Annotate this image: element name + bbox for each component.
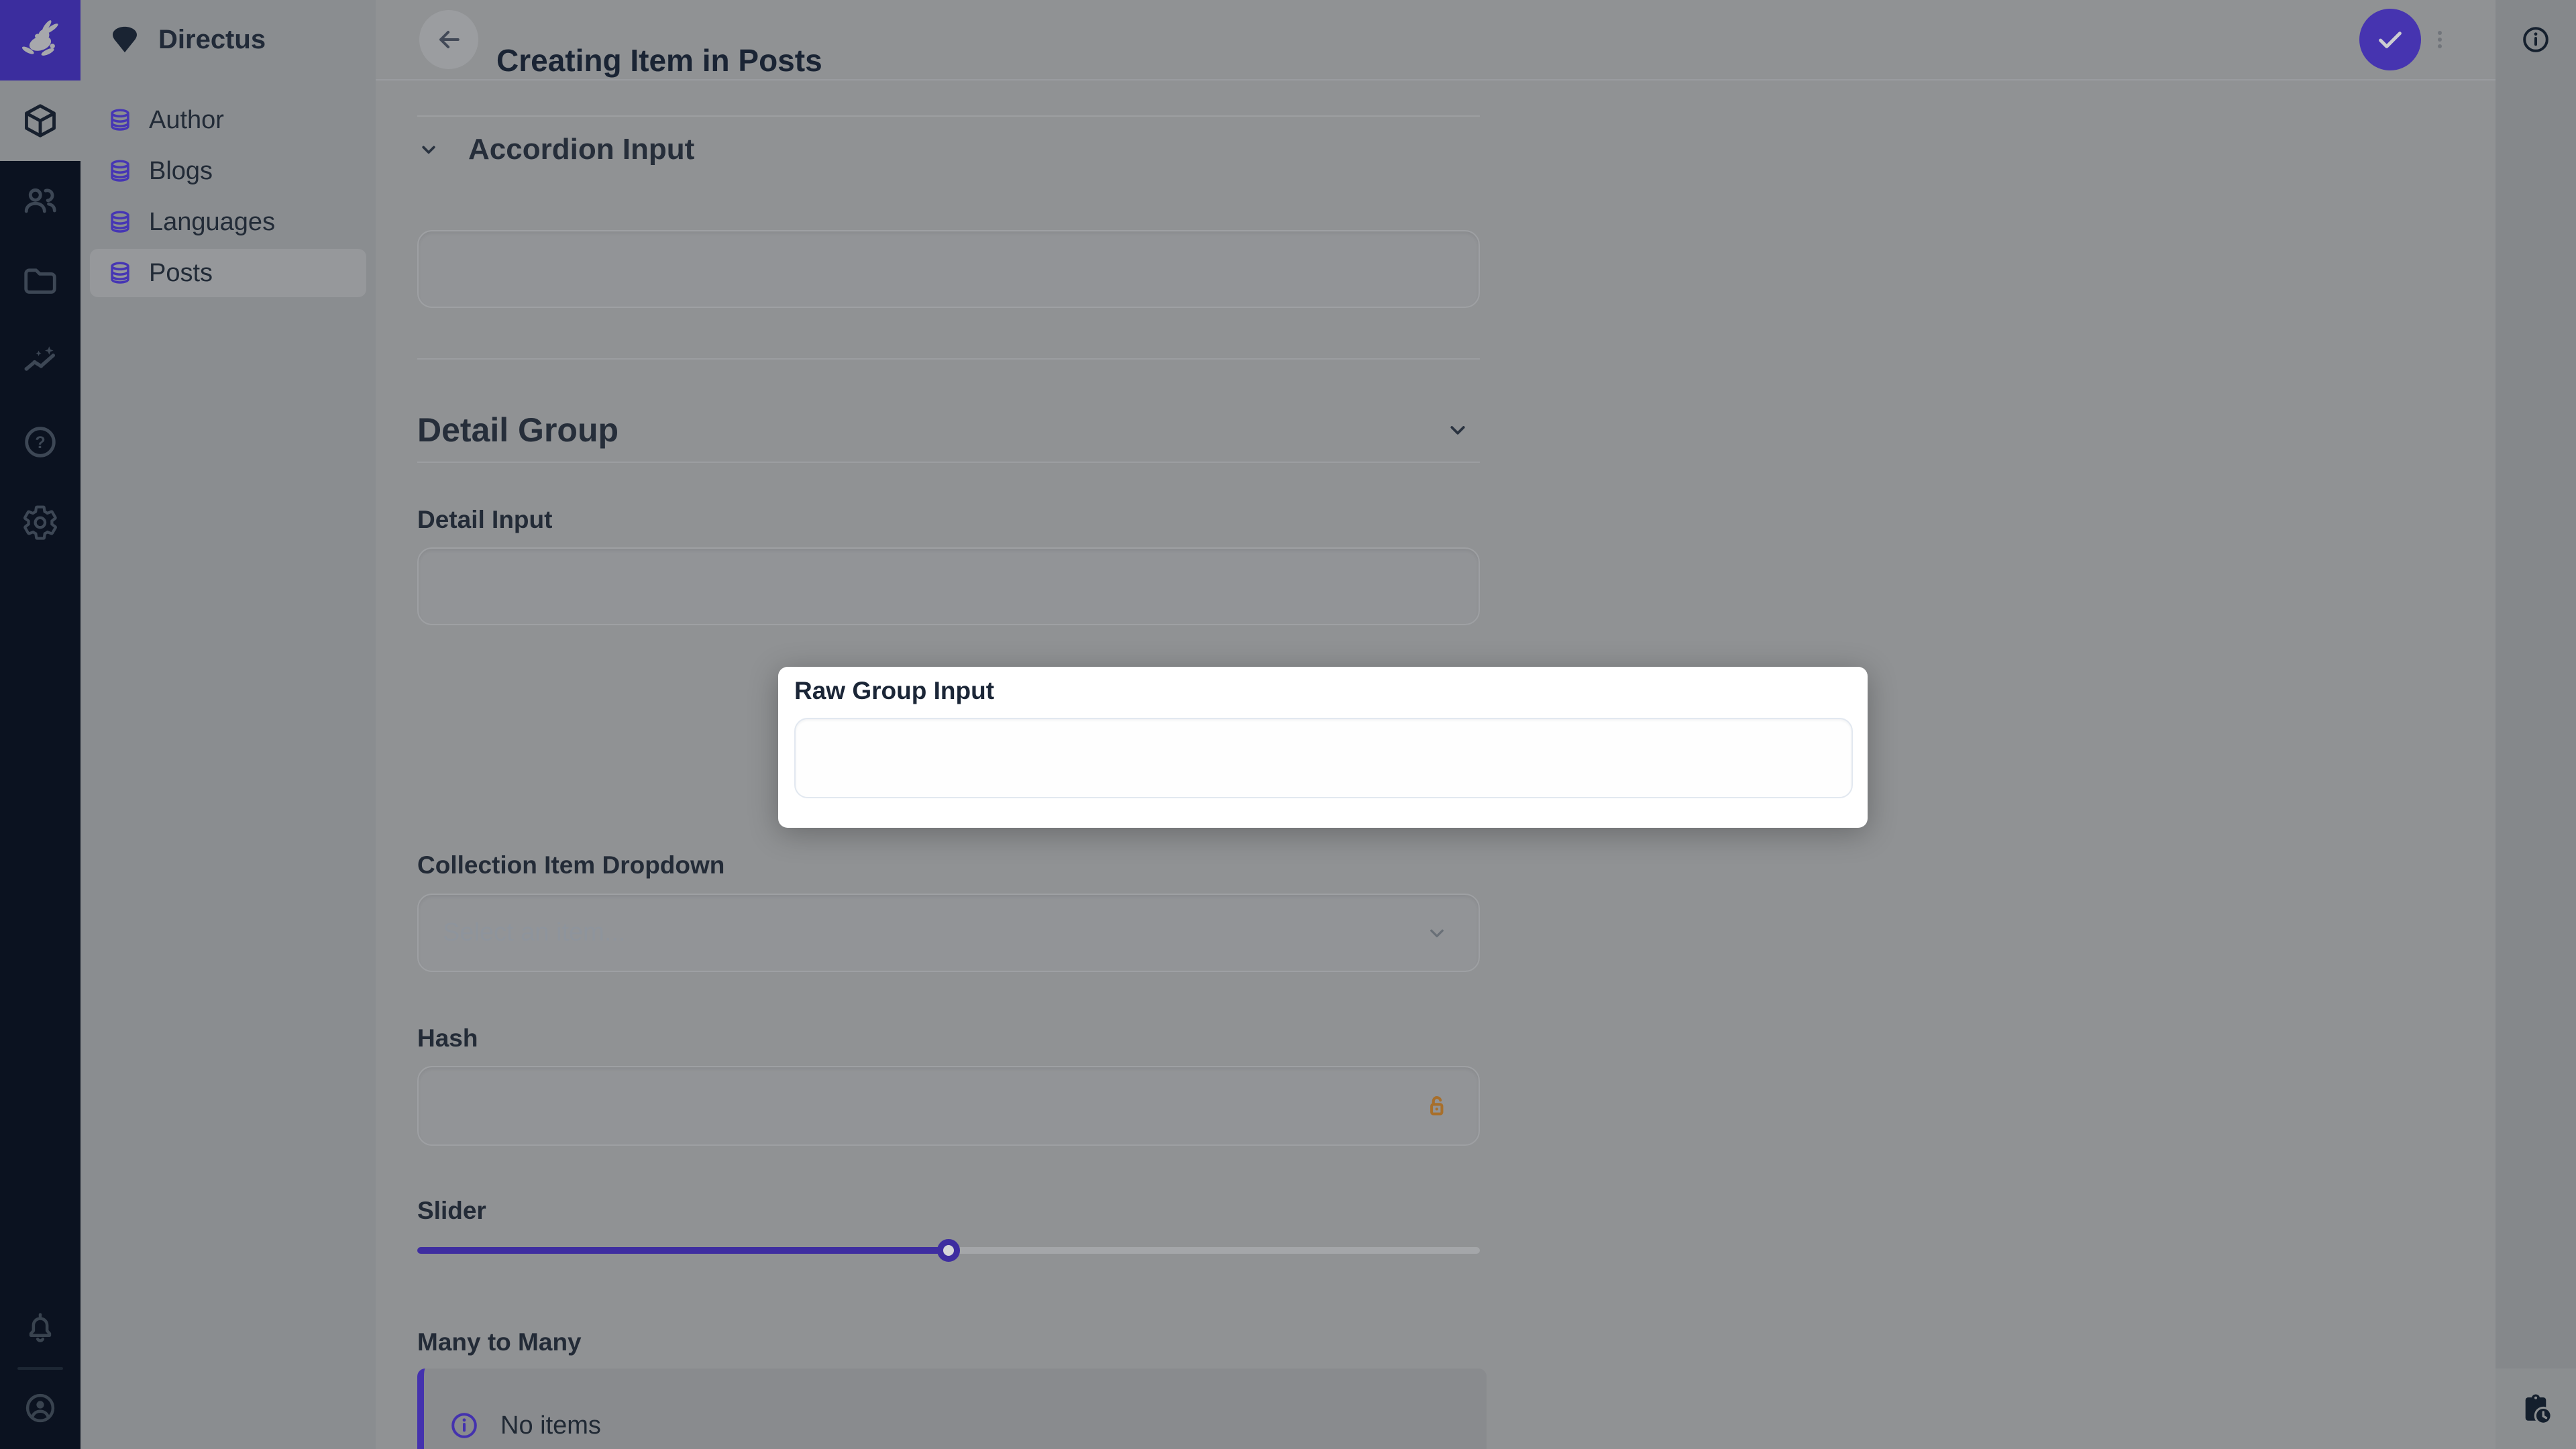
- back-button[interactable]: [419, 10, 478, 69]
- module-content[interactable]: [0, 80, 80, 161]
- raw-group-input[interactable]: [794, 718, 1853, 798]
- hash-input[interactable]: [417, 1066, 1480, 1146]
- project-chooser[interactable]: Directus: [80, 0, 376, 79]
- right-sidebar: [2496, 0, 2576, 1449]
- collections-sidebar: Directus Author Blogs Langua: [80, 0, 376, 1449]
- box-icon: [21, 101, 60, 140]
- slider-input[interactable]: [417, 1239, 1480, 1262]
- info-icon: [448, 1409, 480, 1442]
- module-users[interactable]: [0, 160, 80, 241]
- module-help[interactable]: ?: [0, 402, 80, 482]
- avatar-icon: [22, 1390, 58, 1426]
- nav-item-blogs[interactable]: Blogs: [90, 147, 366, 195]
- info-sidebar-button[interactable]: [2496, 0, 2576, 79]
- module-insights[interactable]: [0, 321, 80, 402]
- chevron-down-icon: [1425, 921, 1449, 945]
- check-icon: [2375, 24, 2406, 55]
- empty-notice-text: No items: [500, 1411, 601, 1440]
- spotlight-card: Raw Group Input: [778, 667, 1868, 828]
- account-button[interactable]: [0, 1368, 80, 1448]
- notifications-button[interactable]: [0, 1287, 80, 1368]
- module-bar: ?: [0, 0, 80, 1449]
- bell-icon: [22, 1309, 58, 1346]
- nav-item-label: Blogs: [149, 157, 213, 186]
- svg-text:?: ?: [35, 433, 46, 452]
- database-icon: [106, 106, 134, 134]
- chevron-down-icon: [417, 138, 440, 161]
- folder-icon: [21, 262, 60, 301]
- lock-open-icon: [1421, 1091, 1452, 1122]
- many-to-many-empty-notice: No items: [417, 1368, 1487, 1449]
- detail-group-title: Detail Group: [417, 411, 619, 449]
- dots-vertical-icon: [2426, 17, 2453, 62]
- accordion-section-toggle[interactable]: Accordion Input: [417, 133, 694, 166]
- slider-handle[interactable]: [937, 1239, 960, 1262]
- raw-group-input-label: Raw Group Input: [794, 676, 994, 706]
- nav-item-author[interactable]: Author: [90, 96, 366, 144]
- many-to-many-label: Many to Many: [417, 1328, 582, 1357]
- nav-item-posts[interactable]: Posts: [90, 249, 366, 297]
- module-files[interactable]: [0, 241, 80, 321]
- chevron-down-icon: [1445, 417, 1470, 443]
- revisions-button[interactable]: [2496, 1368, 2576, 1449]
- nav-item-label: Posts: [149, 259, 213, 288]
- database-icon: [106, 208, 134, 236]
- people-icon: [21, 181, 60, 220]
- section-divider: [417, 115, 1480, 117]
- save-button[interactable]: [2359, 9, 2421, 70]
- slider-fill: [417, 1247, 949, 1254]
- hash-label: Hash: [417, 1024, 478, 1053]
- accordion-section-title: Accordion Input: [468, 133, 694, 166]
- header: Creating Item in Posts: [376, 0, 2496, 80]
- accordion-input[interactable]: [417, 230, 1480, 308]
- nav-item-languages[interactable]: Languages: [90, 198, 366, 246]
- slider-label: Slider: [417, 1196, 486, 1226]
- collection-item-dropdown-label: Collection Item Dropdown: [417, 851, 724, 880]
- detail-input-label: Detail Input: [417, 505, 552, 535]
- module-settings[interactable]: [0, 482, 80, 563]
- clipboard-clock-icon: [2518, 1391, 2554, 1427]
- database-icon: [106, 259, 134, 287]
- section-divider: [417, 358, 1480, 360]
- project-name: Directus: [158, 25, 266, 55]
- insights-icon: [21, 342, 60, 381]
- gear-icon: [21, 504, 59, 541]
- more-options-button[interactable]: [2425, 13, 2455, 66]
- dropdown-placeholder: Select an item...: [443, 895, 625, 971]
- arrow-left-icon: [434, 25, 464, 54]
- info-icon: [2520, 23, 2552, 56]
- nav-item-label: Languages: [149, 208, 275, 237]
- help-icon: ?: [21, 423, 60, 462]
- rabbit-icon: [15, 15, 66, 66]
- nav-item-label: Author: [149, 106, 224, 135]
- directus-app: ?: [0, 0, 2576, 1449]
- diamond-icon: [107, 22, 142, 57]
- collection-item-dropdown[interactable]: Select an item...: [417, 894, 1480, 972]
- group-divider: [417, 462, 1480, 463]
- detail-group-toggle[interactable]: Detail Group: [417, 411, 1480, 449]
- database-icon: [106, 157, 134, 185]
- form-content: Accordion Input Detail Group Detail Inpu…: [376, 79, 2496, 1449]
- detail-input[interactable]: [417, 547, 1480, 625]
- directus-rabbit-logo[interactable]: [0, 0, 80, 80]
